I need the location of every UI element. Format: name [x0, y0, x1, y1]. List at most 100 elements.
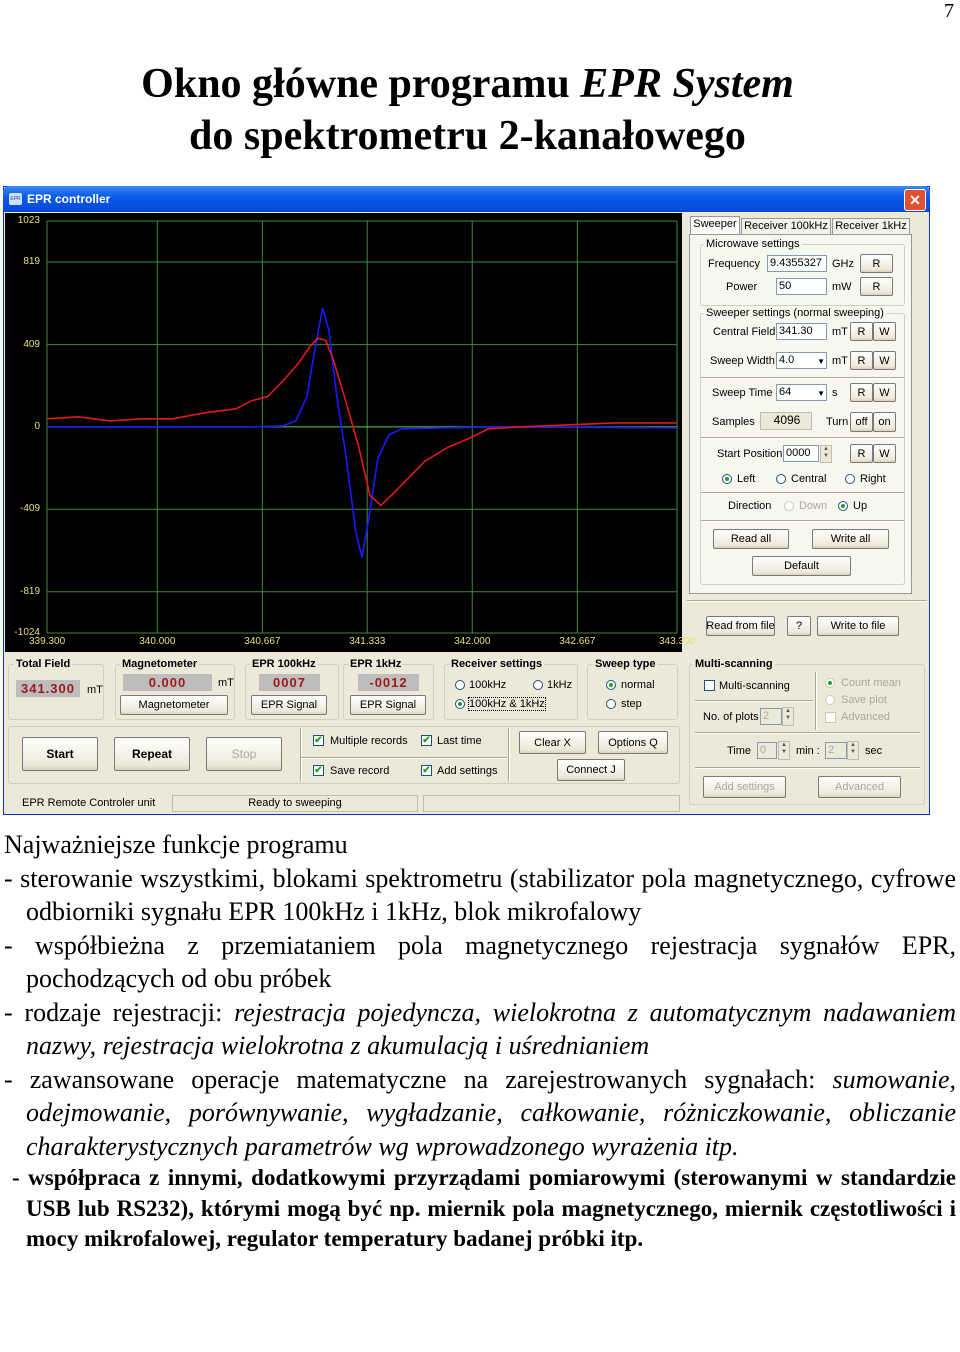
central-field-write-button[interactable]: W — [873, 322, 896, 341]
add-settings-checkbox[interactable]: ✔ — [421, 765, 432, 776]
time-label: Time — [727, 745, 752, 757]
x-tick-label: 340.667 — [244, 636, 281, 647]
x-tick-label: 343.300 — [659, 636, 696, 647]
close-button[interactable]: ✕ — [904, 189, 926, 211]
sweep-width-read-button[interactable]: R — [850, 351, 873, 370]
multi-advanced-button[interactable]: Advanced — [818, 776, 901, 798]
frequency-read-button[interactable]: R — [860, 254, 893, 273]
radio-save-plot[interactable] — [825, 695, 835, 705]
read-all-button[interactable]: Read all — [713, 529, 789, 549]
sweep-width-write-button[interactable]: W — [873, 351, 896, 370]
epr-1khz-signal-button[interactable]: EPR Signal — [350, 695, 426, 715]
y-tick-label: 819 — [23, 256, 40, 268]
time-sec-spinner[interactable]: ▲ ▼ — [847, 741, 859, 760]
feature-text: - sterowanie wszystkimi, blokami spektro… — [4, 863, 956, 927]
start-position-input[interactable]: 0000 — [783, 445, 819, 462]
radio-right[interactable] — [845, 474, 855, 484]
options-button[interactable]: Options Q — [598, 731, 668, 754]
start-button[interactable]: Start — [22, 737, 98, 771]
total-field-value: 341.300 — [16, 680, 80, 697]
clear-button[interactable]: Clear X — [519, 731, 586, 754]
write-to-file-button[interactable]: Write to file — [817, 616, 899, 636]
time-min-input[interactable]: 0 — [757, 742, 777, 759]
start-position-spinner[interactable]: ▲ ▼ — [820, 445, 832, 463]
radio-central[interactable] — [776, 474, 786, 484]
help-button[interactable]: ? — [787, 616, 811, 636]
chart-svg — [46, 220, 678, 634]
tab-receiver-100khz[interactable]: Receiver 100kHz — [741, 218, 831, 235]
epr-100khz-signal-button[interactable]: EPR Signal — [251, 695, 327, 715]
advanced-checkbox[interactable] — [825, 712, 836, 723]
x-tick-label: 342.667 — [559, 636, 596, 647]
multi-scanning-check-label: Multi-scanning — [719, 680, 790, 692]
radio-100khz-label: 100kHz — [469, 679, 507, 691]
radio-both[interactable] — [455, 699, 465, 709]
connect-button[interactable]: Connect J — [557, 759, 625, 781]
radio-step[interactable] — [606, 699, 616, 709]
min-label: min : — [796, 745, 820, 757]
start-position-read-button[interactable]: R — [850, 444, 873, 463]
tab-sweeper[interactable]: Sweeper — [690, 216, 740, 235]
magnetometer-button[interactable]: Magnetometer — [120, 695, 228, 715]
divider — [701, 520, 904, 522]
radio-left[interactable] — [722, 474, 732, 484]
feature-item: - rodzaje rejestracji: rejestracja pojed… — [4, 996, 956, 1063]
last-time-label: Last time — [437, 735, 482, 747]
y-tick-label: 409 — [23, 338, 40, 350]
default-button[interactable]: Default — [752, 556, 851, 576]
section-heading: Najważniejsze funkcje programu — [4, 830, 348, 859]
chevron-down-icon: ▼ — [817, 389, 825, 398]
radio-up[interactable] — [838, 501, 848, 511]
x-tick-label: 341.333 — [349, 636, 386, 647]
multi-scanning-label: Multi-scanning — [693, 658, 775, 670]
save-record-checkbox[interactable]: ✔ — [313, 765, 324, 776]
y-tick-label: -409 — [19, 503, 40, 515]
title-emphasis: EPR System — [580, 61, 794, 107]
sweep-type-label: Sweep type — [593, 658, 658, 670]
central-field-input[interactable]: 341.30 — [776, 323, 827, 340]
divider — [815, 672, 817, 730]
time-min-spinner[interactable]: ▲ ▼ — [778, 741, 790, 760]
window-title: EPR controller — [27, 192, 111, 206]
samples-label: Samples — [712, 416, 755, 428]
frequency-input[interactable]: 9.4355327 — [767, 255, 827, 272]
multi-add-settings-button[interactable]: Add settings — [703, 776, 786, 798]
turn-on-button[interactable]: on — [873, 412, 896, 432]
radio-down[interactable] — [784, 501, 794, 511]
write-all-button[interactable]: Write all — [812, 529, 889, 549]
no-of-plots-input[interactable]: 2 — [760, 708, 782, 725]
stop-button[interactable]: Stop — [206, 737, 282, 771]
read-from-file-button[interactable]: Read from file — [706, 616, 775, 636]
sweep-time-write-button[interactable]: W — [873, 383, 896, 402]
radio-normal[interactable] — [606, 680, 616, 690]
no-of-plots-spinner[interactable]: ▲ ▼ — [782, 707, 794, 726]
sweep-width-label: Sweep Width — [710, 355, 775, 367]
time-sec-input[interactable]: 2 — [825, 742, 847, 759]
power-read-button[interactable]: R — [860, 277, 893, 296]
radio-1khz-label: 1kHz — [547, 679, 573, 691]
sweep-time-read-button[interactable]: R — [850, 383, 873, 402]
y-tick-label: 0 — [34, 420, 40, 432]
sweep-time-select[interactable]: 64 ▼ — [776, 384, 827, 401]
feature-text: - zawansowane operacje matematyczne na z… — [4, 1064, 833, 1094]
radio-count-mean[interactable] — [825, 678, 835, 688]
central-field-read-button[interactable]: R — [850, 322, 873, 341]
multi-scanning-checkbox[interactable] — [704, 680, 715, 691]
repeat-button[interactable]: Repeat — [114, 737, 190, 771]
power-input[interactable]: 50 — [776, 278, 827, 295]
divider — [300, 728, 302, 782]
radio-100khz[interactable] — [455, 680, 465, 690]
multiple-records-checkbox[interactable]: ✔ — [313, 735, 324, 746]
sweep-width-select[interactable]: 4.0 ▼ — [776, 352, 827, 369]
status-extra — [423, 795, 680, 812]
receiver-settings-label: Receiver settings — [449, 658, 545, 670]
total-field-label: Total Field — [14, 658, 73, 670]
last-time-checkbox[interactable]: ✔ — [421, 735, 432, 746]
title-bar: EPR EPR controller ✕ — [3, 186, 930, 212]
power-unit: mW — [832, 281, 852, 293]
divider — [701, 377, 904, 379]
turn-off-button[interactable]: off — [850, 412, 873, 432]
start-position-write-button[interactable]: W — [873, 444, 896, 463]
tab-receiver-1khz[interactable]: Receiver 1kHz — [832, 218, 910, 235]
radio-1khz[interactable] — [533, 680, 543, 690]
